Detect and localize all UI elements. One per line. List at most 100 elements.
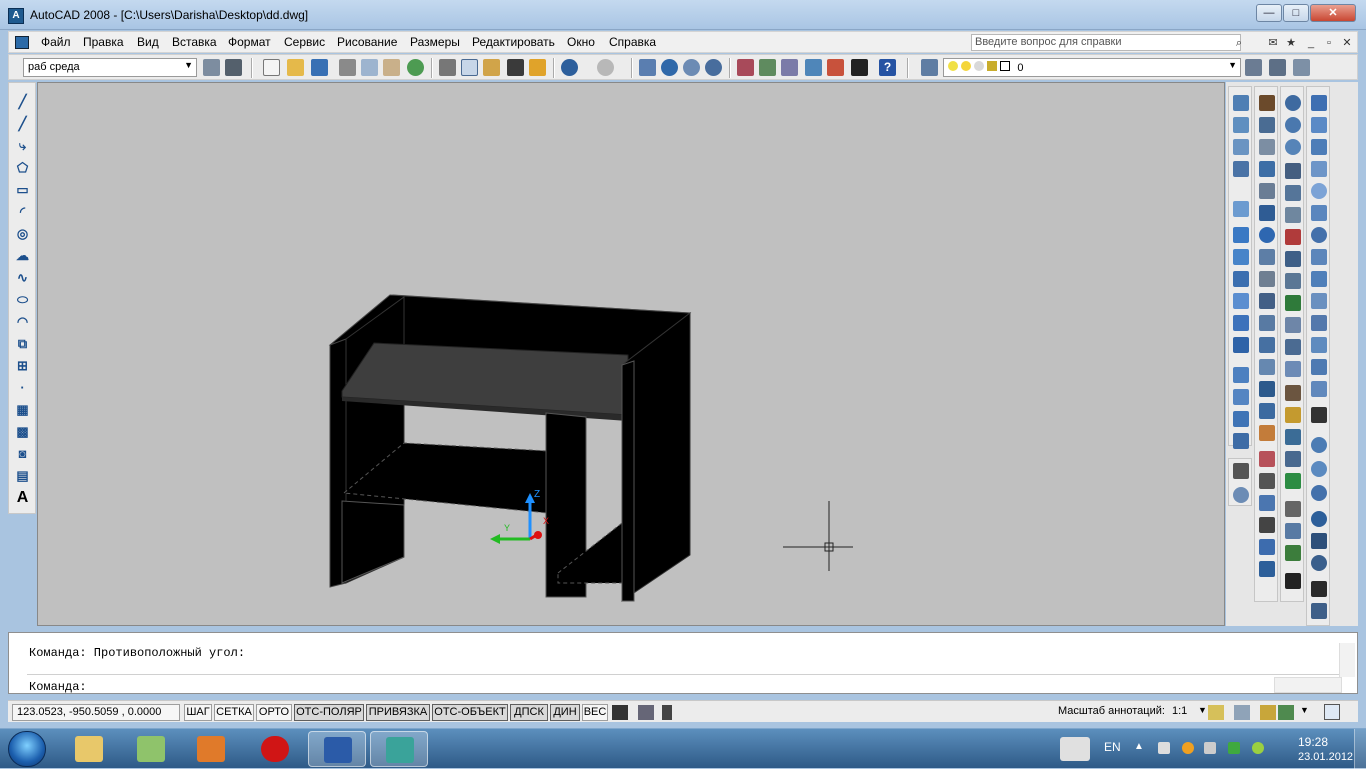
make-object-layer-current-icon[interactable] (1245, 59, 1262, 76)
sweep-icon[interactable] (1311, 359, 1327, 375)
zoom-3d-icon[interactable] (1259, 473, 1275, 489)
shell-icon[interactable] (1285, 451, 1301, 467)
sphere-icon[interactable] (1311, 183, 1327, 199)
spline-icon[interactable]: ∿ (14, 269, 31, 286)
check-icon[interactable] (1285, 473, 1301, 489)
paste-icon[interactable] (483, 59, 500, 76)
ucs-icon-button[interactable] (1233, 95, 1249, 111)
clean-icon[interactable] (1285, 407, 1301, 423)
chevron-down-icon[interactable]: ▼ (1300, 705, 1309, 715)
extrude-faces-icon[interactable] (1285, 163, 1301, 179)
zoom-previous-icon[interactable] (705, 59, 722, 76)
block-editor-icon[interactable] (529, 59, 546, 76)
cone-icon[interactable] (1311, 161, 1327, 177)
rectangle-icon[interactable]: ▭ (14, 181, 31, 198)
menu-insert[interactable]: Вставка (172, 35, 217, 49)
left-view-icon[interactable] (1233, 271, 1249, 287)
polysolid-icon[interactable] (1311, 95, 1327, 111)
network-signal-icon[interactable] (1228, 742, 1240, 754)
text-style-icon[interactable] (1285, 573, 1301, 589)
copy-edges-icon[interactable] (1285, 339, 1301, 355)
trim-icon[interactable] (1259, 293, 1275, 309)
status-tray-settings-icon[interactable] (1278, 705, 1294, 720)
planar-surface-icon[interactable] (1311, 293, 1327, 309)
make-block-icon[interactable]: ⊞ (14, 357, 31, 374)
start-button[interactable] (8, 731, 46, 767)
print-icon[interactable] (339, 59, 356, 76)
free-orbit-icon[interactable] (1311, 461, 1327, 477)
revision-cloud-icon[interactable]: ☁ (14, 247, 31, 264)
snap-toggle[interactable]: ШАГ (184, 704, 212, 721)
gizmo-icon[interactable] (1311, 533, 1327, 549)
model-icon[interactable] (612, 705, 628, 720)
chamfer-icon[interactable] (1259, 381, 1275, 397)
zoom-realtime-icon[interactable] (661, 59, 678, 76)
menu-window[interactable]: Окно (567, 35, 595, 49)
point-icon[interactable]: · (14, 379, 31, 396)
separate-icon[interactable] (1285, 429, 1301, 445)
tablet-input-icon[interactable] (1060, 737, 1090, 761)
close-button[interactable]: ✕ (1310, 4, 1356, 22)
torus-icon[interactable] (1311, 227, 1327, 243)
dynamic-ucs-toggle[interactable]: ДПСК (510, 704, 548, 721)
workspace-settings-icon[interactable] (203, 59, 220, 76)
circle-icon[interactable]: ◎ (14, 225, 31, 242)
copy-icon[interactable] (461, 59, 478, 76)
continuous-orbit-icon[interactable] (1311, 485, 1327, 501)
ortho-toggle[interactable]: ОРТО (256, 704, 292, 721)
offset-faces-icon[interactable] (1285, 207, 1301, 223)
render-icon[interactable] (1285, 545, 1301, 561)
help-search-input[interactable]: Введите вопрос для справки (971, 34, 1241, 51)
clock-time[interactable]: 19:28 (1298, 735, 1328, 749)
multiline-text-icon[interactable]: A (14, 489, 31, 506)
union-icon[interactable] (1285, 95, 1301, 111)
layout-icon[interactable] (638, 705, 654, 720)
imprint-icon[interactable] (1285, 385, 1301, 401)
doc-minimize-icon[interactable]: _ (1303, 35, 1319, 51)
subtract-icon[interactable] (1285, 117, 1301, 133)
sw-iso-view-icon[interactable] (1233, 367, 1249, 383)
presspull-icon[interactable] (1311, 337, 1327, 353)
toolbar-lock-icon[interactable] (1260, 705, 1276, 720)
taskbar-word[interactable] (308, 731, 366, 767)
cylinder-icon[interactable] (1311, 205, 1327, 221)
box-icon[interactable] (1311, 117, 1327, 133)
move-icon[interactable] (1259, 205, 1275, 221)
navigation-icon[interactable] (1311, 555, 1327, 571)
front-view-icon[interactable] (1233, 315, 1249, 331)
explode-icon[interactable] (1259, 425, 1275, 441)
ellipse-arc-icon[interactable]: ◠ (14, 313, 31, 330)
annotation-scale-value[interactable]: 1:1 (1172, 705, 1187, 717)
menu-format[interactable]: Формат (228, 35, 271, 49)
menu-tools[interactable]: Сервис (284, 35, 325, 49)
layer-previous-icon[interactable] (1269, 59, 1286, 76)
zoom-window-icon[interactable] (683, 59, 700, 76)
doc-close-icon[interactable]: ✕ (1339, 35, 1355, 51)
drawing-viewport[interactable]: Z Y X (37, 82, 1225, 626)
hatch-icon[interactable]: ▦ (14, 401, 31, 418)
show-desktop-button[interactable] (1354, 729, 1366, 769)
top-view-icon[interactable] (1233, 227, 1249, 243)
copy-object-icon[interactable] (1259, 117, 1275, 133)
match-properties-brush-icon[interactable] (507, 59, 524, 76)
3d-pan-icon[interactable] (1259, 495, 1275, 511)
publish-web-icon[interactable] (407, 59, 424, 76)
menu-help[interactable]: Справка (609, 35, 656, 49)
copy-faces-icon[interactable] (1285, 295, 1301, 311)
save-icon[interactable] (311, 59, 328, 76)
publish-icon[interactable] (383, 59, 400, 76)
language-indicator[interactable]: EN (1104, 740, 1121, 754)
delete-faces-icon[interactable] (1285, 229, 1301, 245)
search-icon[interactable]: ⌕ (1231, 35, 1247, 51)
ucs-world-icon[interactable] (1233, 117, 1249, 133)
menu-modify[interactable]: Редактировать (472, 35, 555, 49)
communication-center-icon[interactable]: ✉ (1265, 35, 1281, 51)
print-preview-icon[interactable] (361, 59, 378, 76)
favorites-star-icon[interactable]: ★ (1283, 35, 1299, 51)
grid-toggle[interactable]: СЕТКА (214, 704, 254, 721)
viewport-freeze-icon[interactable] (974, 61, 985, 71)
revolve-icon[interactable] (1311, 381, 1327, 397)
new-file-icon[interactable] (263, 59, 280, 76)
taskbar-autocad[interactable] (370, 731, 428, 767)
text-icon[interactable] (1311, 407, 1327, 423)
